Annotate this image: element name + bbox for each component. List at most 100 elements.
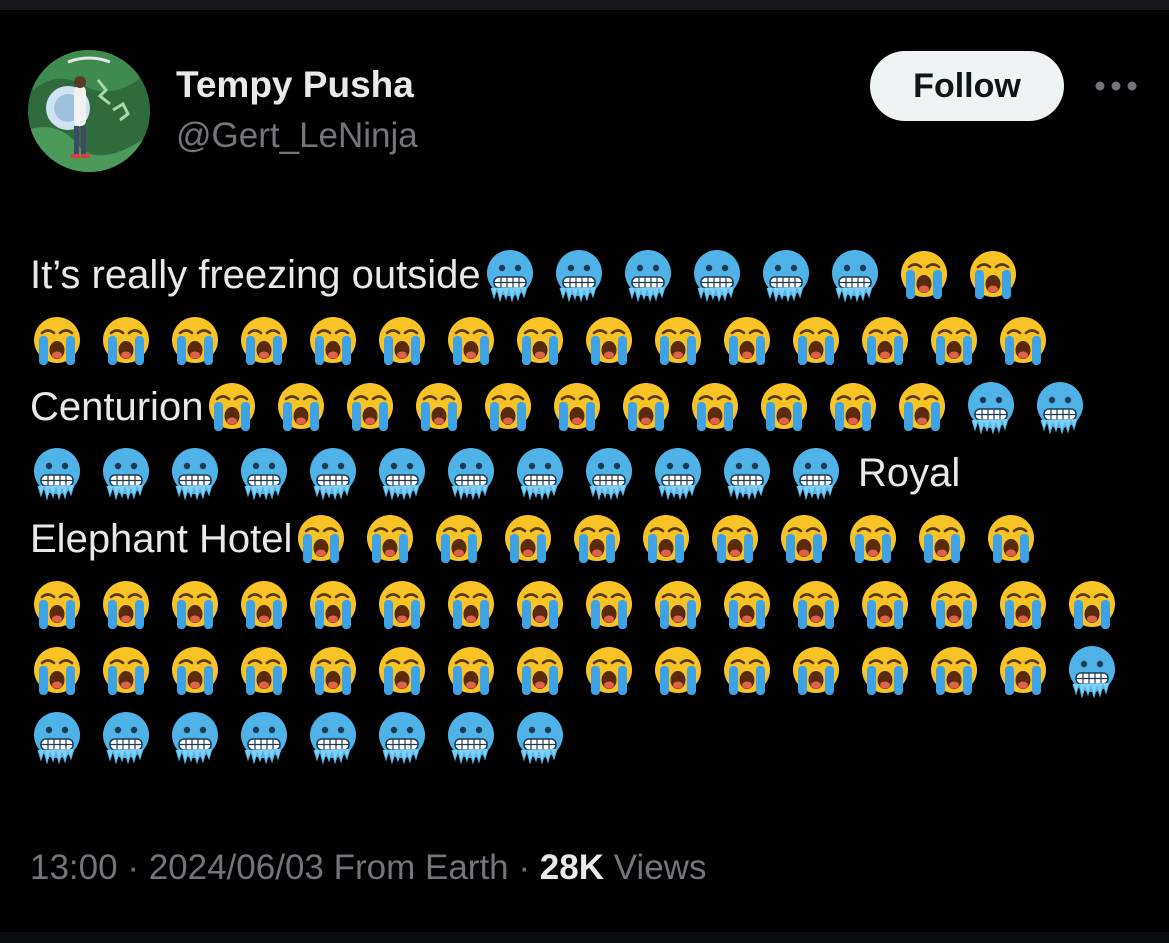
cold-face-emoji-icon xyxy=(720,446,774,500)
crying-face-emoji-icon xyxy=(501,512,555,566)
crying-face-emoji-icon xyxy=(846,512,900,566)
cold-face-emoji-icon xyxy=(582,446,636,500)
crying-face-emoji-icon xyxy=(306,314,360,368)
crying-face-emoji-icon xyxy=(481,380,535,434)
tweet-date[interactable]: 2024/06/03 xyxy=(149,848,324,887)
tweet-source: From Earth xyxy=(333,848,509,887)
cold-face-emoji-icon xyxy=(513,446,567,500)
author-handle[interactable]: @Gert_LeNinja xyxy=(176,116,418,156)
cold-face-emoji-icon xyxy=(237,710,291,764)
crying-face-emoji-icon xyxy=(306,578,360,632)
more-horizontal-icon xyxy=(1095,81,1137,91)
crying-face-emoji-icon xyxy=(720,314,774,368)
crying-face-emoji-icon xyxy=(897,248,951,302)
author-name[interactable]: Tempy Pusha xyxy=(176,64,414,106)
crying-face-emoji-icon xyxy=(363,512,417,566)
avatar[interactable] xyxy=(28,50,150,172)
cold-face-emoji-icon xyxy=(444,710,498,764)
crying-face-emoji-icon xyxy=(375,314,429,368)
crying-face-emoji-icon xyxy=(651,314,705,368)
cold-face-emoji-icon xyxy=(621,248,675,302)
crying-face-emoji-icon xyxy=(513,314,567,368)
crying-face-emoji-icon xyxy=(927,314,981,368)
crying-face-emoji-icon xyxy=(550,380,604,434)
tweet-line: It’s really freezing outside xyxy=(30,242,1135,308)
crying-face-emoji-icon xyxy=(375,578,429,632)
crying-face-emoji-icon xyxy=(432,512,486,566)
crying-face-emoji-icon xyxy=(927,644,981,698)
cold-face-emoji-icon xyxy=(1033,380,1087,434)
crying-face-emoji-icon xyxy=(99,644,153,698)
crying-face-emoji-icon xyxy=(858,314,912,368)
crying-face-emoji-icon xyxy=(826,380,880,434)
crying-face-emoji-icon xyxy=(582,578,636,632)
crying-face-emoji-icon xyxy=(205,380,259,434)
tweet-text-segment: Elephant Hotel xyxy=(30,516,293,561)
tweet-text-segment: Centurion xyxy=(30,384,204,429)
cold-face-emoji-icon xyxy=(964,380,1018,434)
cold-face-emoji-icon xyxy=(789,446,843,500)
cold-face-emoji-icon xyxy=(30,710,84,764)
views-label: Views xyxy=(613,848,707,887)
crying-face-emoji-icon xyxy=(996,314,1050,368)
cold-face-emoji-icon xyxy=(759,248,813,302)
meta-separator: · xyxy=(508,848,540,887)
cold-face-emoji-icon xyxy=(168,446,222,500)
cold-face-emoji-icon xyxy=(306,710,360,764)
crying-face-emoji-icon xyxy=(375,644,429,698)
crying-face-emoji-icon xyxy=(651,578,705,632)
cold-face-emoji-icon xyxy=(306,446,360,500)
crying-face-emoji-icon xyxy=(789,314,843,368)
crying-face-emoji-icon xyxy=(708,512,762,566)
cold-face-emoji-icon xyxy=(552,248,606,302)
more-options-button[interactable] xyxy=(1092,70,1140,102)
crying-face-emoji-icon xyxy=(444,578,498,632)
cold-face-emoji-icon xyxy=(99,446,153,500)
follow-button[interactable]: Follow xyxy=(870,51,1064,121)
crying-face-emoji-icon xyxy=(757,380,811,434)
crying-face-emoji-icon xyxy=(513,578,567,632)
views-count[interactable]: 28K xyxy=(540,848,604,887)
crying-face-emoji-icon xyxy=(30,314,84,368)
cold-face-emoji-icon xyxy=(99,710,153,764)
crying-face-emoji-icon xyxy=(168,644,222,698)
tweet-meta: 13:00 · 2024/06/03 From Earth · 28K View… xyxy=(30,848,706,888)
cold-face-emoji-icon xyxy=(30,446,84,500)
crying-face-emoji-icon xyxy=(927,578,981,632)
crying-face-emoji-icon xyxy=(966,248,1020,302)
crying-face-emoji-icon xyxy=(777,512,831,566)
crying-face-emoji-icon xyxy=(789,578,843,632)
crying-face-emoji-icon xyxy=(858,578,912,632)
tweet-time[interactable]: 13:00 xyxy=(30,848,118,887)
cold-face-emoji-icon xyxy=(1065,644,1119,698)
cold-face-emoji-icon xyxy=(237,446,291,500)
tweet-text-segment: Royal xyxy=(858,450,961,495)
crying-face-emoji-icon xyxy=(412,380,466,434)
tweet-line: Elephant Hotel xyxy=(30,506,1135,572)
cold-face-emoji-icon xyxy=(513,710,567,764)
crying-face-emoji-icon xyxy=(789,644,843,698)
crying-face-emoji-icon xyxy=(237,314,291,368)
top-edge xyxy=(0,0,1169,10)
cold-face-emoji-icon xyxy=(651,446,705,500)
crying-face-emoji-icon xyxy=(996,644,1050,698)
cold-face-emoji-icon xyxy=(375,446,429,500)
tweet-text: It’s really freezing outside Centurion Roy… xyxy=(30,242,1135,770)
crying-face-emoji-icon xyxy=(237,578,291,632)
crying-face-emoji-icon xyxy=(513,644,567,698)
tweet-line: Centurion xyxy=(30,374,1135,440)
crying-face-emoji-icon xyxy=(688,380,742,434)
crying-face-emoji-icon xyxy=(996,578,1050,632)
meta-separator: · xyxy=(117,848,149,887)
cold-face-emoji-icon xyxy=(483,248,537,302)
bottom-edge xyxy=(0,932,1169,943)
crying-face-emoji-icon xyxy=(30,644,84,698)
crying-face-emoji-icon xyxy=(582,314,636,368)
cold-face-emoji-icon xyxy=(168,710,222,764)
crying-face-emoji-icon xyxy=(570,512,624,566)
crying-face-emoji-icon xyxy=(306,644,360,698)
cold-face-emoji-icon xyxy=(690,248,744,302)
crying-face-emoji-icon xyxy=(444,314,498,368)
crying-face-emoji-icon xyxy=(720,578,774,632)
crying-face-emoji-icon xyxy=(915,512,969,566)
